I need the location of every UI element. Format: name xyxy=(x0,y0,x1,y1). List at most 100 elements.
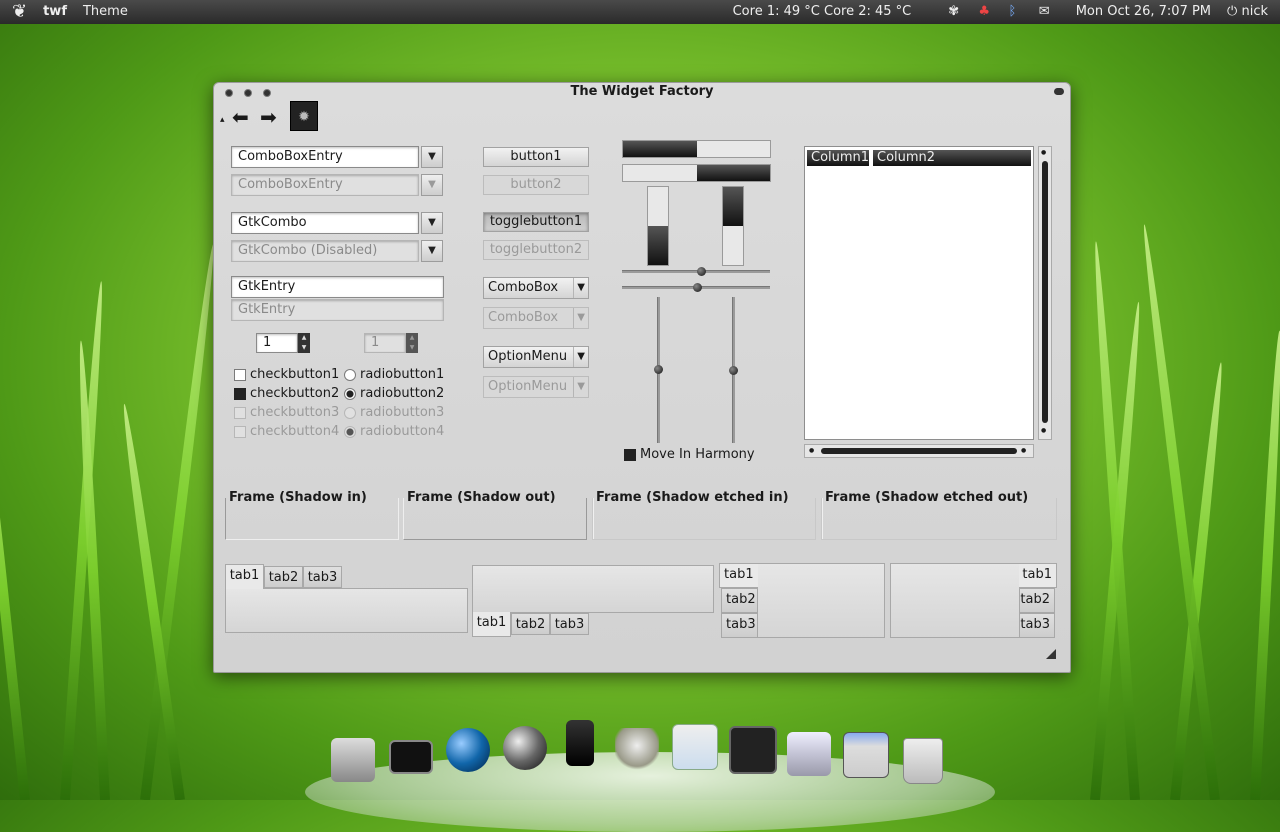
window-icon[interactable] xyxy=(843,732,889,778)
chevron-down-icon: ▼ xyxy=(573,308,585,328)
radiobutton3: radiobutton3 xyxy=(344,405,459,420)
radiobutton1[interactable]: radiobutton1 xyxy=(344,367,459,382)
clock[interactable]: Mon Oct 26, 7:07 PM xyxy=(1068,0,1219,24)
scroll-thumb[interactable] xyxy=(1042,161,1048,423)
settings-icon[interactable] xyxy=(787,732,831,776)
user-menu[interactable]: ⏻ nick xyxy=(1219,0,1280,24)
tab-1[interactable]: tab1 xyxy=(225,564,264,589)
gtkentry-disabled-input: GtkEntry xyxy=(231,299,444,321)
chevron-down-icon: ▼ xyxy=(421,240,443,262)
vertical-scrollbar[interactable]: ● ● xyxy=(1038,146,1052,440)
tab-1[interactable]: tab1 xyxy=(719,563,758,588)
scroll-down-icon[interactable]: ● xyxy=(1041,427,1046,434)
hscale-2-knob[interactable] xyxy=(693,283,702,292)
resize-grip-icon[interactable] xyxy=(1046,649,1056,659)
chevron-down-icon[interactable]: ▼ xyxy=(421,146,443,168)
spinbutton[interactable]: 1 xyxy=(256,333,298,353)
tab-3[interactable]: tab3 xyxy=(1019,613,1055,638)
foot-icon[interactable]: ✾ xyxy=(948,0,964,19)
hscale-1-knob[interactable] xyxy=(697,267,706,276)
togglebutton2: togglebutton2 xyxy=(483,240,589,260)
checkbutton3: checkbutton3 xyxy=(234,405,349,420)
shade-icon[interactable] xyxy=(1054,88,1064,95)
progressbar-vertical-2 xyxy=(722,186,744,266)
togglebutton1[interactable]: togglebutton1 xyxy=(483,212,589,232)
tab-3[interactable]: tab3 xyxy=(303,566,342,588)
checkbutton1[interactable]: checkbutton1 xyxy=(234,367,349,382)
mail-icon[interactable]: ✉ xyxy=(1039,0,1055,19)
comboboxentry-input[interactable]: ComboBoxEntry xyxy=(231,146,419,168)
button1[interactable]: button1 xyxy=(483,147,589,167)
notebook-right-page xyxy=(890,563,1020,638)
radiobutton4: radiobutton4 xyxy=(344,424,459,439)
treeview[interactable]: Column1 Column2 xyxy=(804,146,1034,440)
app-menu[interactable]: twf xyxy=(35,0,75,24)
tab-1[interactable]: tab1 xyxy=(472,612,511,637)
frame-shadow-out xyxy=(403,498,587,540)
notebook-top-page xyxy=(225,588,468,633)
system-monitor-icon[interactable] xyxy=(729,726,777,774)
scroll-left-icon[interactable]: ● xyxy=(809,445,814,457)
column-header-1[interactable]: Column1 xyxy=(807,150,869,166)
column-header-2[interactable]: Column2 xyxy=(873,150,1031,166)
move-in-harmony-checkbox[interactable]: Move In Harmony xyxy=(624,447,774,462)
bluetooth-icon[interactable]: ᛒ xyxy=(1009,0,1025,19)
combobox[interactable]: ComboBox ▼ xyxy=(483,277,589,299)
vscale-2-knob[interactable] xyxy=(729,366,738,375)
widget-factory-window: The Widget Factory ▴ ⬅ ➡ ✹ ComboBoxEntry… xyxy=(213,82,1071,673)
harmony-check-icon xyxy=(624,448,636,461)
vscale-1-knob[interactable] xyxy=(654,365,663,374)
hscale-1[interactable] xyxy=(622,270,770,273)
terminal-icon[interactable] xyxy=(389,740,433,774)
notebook-bottom-page xyxy=(472,565,714,613)
scroll-up-icon[interactable]: ● xyxy=(1041,149,1046,156)
radiobutton2[interactable]: radiobutton2 xyxy=(344,386,459,401)
scroll-thumb[interactable] xyxy=(821,448,1017,454)
gtkcombo-disabled-input: GtkCombo (Disabled) xyxy=(231,240,419,262)
network-icon[interactable]: ♣ xyxy=(978,0,994,19)
chevron-down-icon: ▼ xyxy=(573,377,585,397)
tab-2[interactable]: tab2 xyxy=(264,566,303,588)
tab-1[interactable]: tab1 xyxy=(1019,563,1057,588)
combobox-disabled: ComboBox ▼ xyxy=(483,307,589,329)
frame-shadow-etched-in xyxy=(592,498,816,540)
tab-2[interactable]: tab2 xyxy=(721,588,758,613)
media-player-icon[interactable] xyxy=(503,726,547,770)
progressbar-horizontal-2 xyxy=(622,164,771,182)
browser-icon[interactable] xyxy=(446,728,490,772)
document-viewer-icon[interactable] xyxy=(672,724,718,770)
cpu-temperature: Core 1: 49 °C Core 2: 45 °C xyxy=(732,4,912,19)
gtkcombo-input[interactable]: GtkCombo xyxy=(231,212,419,234)
gear-icon[interactable]: ✹ xyxy=(290,101,318,131)
phone-icon[interactable] xyxy=(566,720,594,766)
spin-arrows-icon[interactable]: ▲ ▼ xyxy=(298,333,310,353)
power-icon: ⏻ xyxy=(1227,4,1238,19)
chevron-down-icon: ▼ xyxy=(573,347,585,367)
gimp-icon[interactable] xyxy=(615,728,659,772)
checkbutton2[interactable]: checkbutton2 xyxy=(234,386,349,401)
foot-menu-icon[interactable]: ❦ xyxy=(0,0,35,24)
titlebar[interactable]: The Widget Factory xyxy=(214,83,1070,101)
tab-2[interactable]: tab2 xyxy=(511,613,550,635)
scroll-right-icon[interactable]: ● xyxy=(1021,445,1026,457)
comboboxentry-disabled-input: ComboBoxEntry xyxy=(231,174,419,196)
spin-arrows-icon: ▲ ▼ xyxy=(406,333,418,353)
horizontal-scrollbar[interactable]: ● ● xyxy=(804,444,1034,458)
toolbar-handle[interactable]: ▴ xyxy=(220,109,228,131)
checkbutton4: checkbutton4 xyxy=(234,424,349,439)
gtkentry-input[interactable]: GtkEntry xyxy=(231,276,444,298)
trash-icon[interactable] xyxy=(903,738,943,784)
theme-menu[interactable]: Theme xyxy=(75,0,136,24)
frame-shadow-etched-out xyxy=(821,498,1057,540)
tab-3[interactable]: tab3 xyxy=(721,613,758,638)
forward-arrow-icon[interactable]: ➡ xyxy=(260,105,284,129)
notebook-left-page xyxy=(757,563,885,638)
optionmenu[interactable]: OptionMenu ▼ xyxy=(483,346,589,368)
chevron-down-icon[interactable]: ▼ xyxy=(421,212,443,234)
back-arrow-icon[interactable]: ⬅ xyxy=(232,105,256,129)
home-folder-icon[interactable] xyxy=(331,738,375,782)
tab-2[interactable]: tab2 xyxy=(1019,588,1055,613)
tab-3[interactable]: tab3 xyxy=(550,613,589,635)
optionmenu-disabled: OptionMenu ▼ xyxy=(483,376,589,398)
button2: button2 xyxy=(483,175,589,195)
